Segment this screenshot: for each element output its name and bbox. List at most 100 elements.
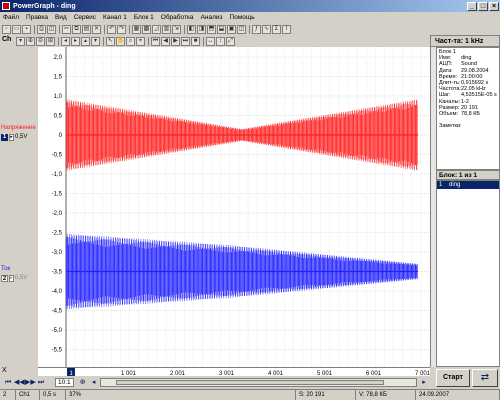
main-toolbar: ▫ ▭ ▪ ⎙ ◫ ✂ ⧉ ▤ ✕ ↶ ↷ ▦ ▩ ◿ ▥ ⇲ ◧ ◨ ⬒ ⬓ … [0,23,430,35]
y-tick-label: -1,0 [52,172,63,178]
block-right-icon[interactable]: ◨ [197,24,206,34]
toolbar-separator [104,24,105,34]
signal-icon[interactable]: ⌇ [282,24,291,34]
scrollbar-thumb[interactable] [116,379,385,385]
filter-icon[interactable]: ∿ [262,24,271,34]
delete-icon[interactable]: ✕ [92,24,101,34]
block-fit-icon[interactable]: ▣ [227,24,236,34]
nav-next-icon[interactable]: ▶▶ [25,378,36,387]
cut-icon[interactable]: ✂ [62,24,71,34]
zoom-ratio-field[interactable]: 10:1 [55,377,74,387]
nav-first-icon[interactable]: ⏮ [3,378,13,387]
chart-bar-icon[interactable]: ▥ [162,24,171,34]
copy-icon[interactable]: ⧉ [72,24,81,34]
block-list-header: Блок: 1 из 1 [436,170,500,180]
hand-icon[interactable]: ✋ [116,36,125,46]
play-back-icon[interactable]: ◀ [161,36,170,46]
menu-bar: Файл Правка Вид Сервис Канал 1 Блок 1 Об… [0,12,500,23]
open-folder-icon[interactable]: ▭ [12,24,21,34]
zoom-fit-icon[interactable]: ⊞ [46,36,55,46]
y-tick-label: -0,5 [52,153,63,159]
stop-icon[interactable]: ■ [191,36,200,46]
menu-block[interactable]: Блок 1 [134,14,154,21]
function-icon[interactable]: ƒ [252,24,261,34]
table-icon[interactable]: ▦ [132,24,141,34]
y-tick-label: 0,5 [54,114,63,120]
block-left-icon[interactable]: ◧ [187,24,196,34]
move-down-icon[interactable]: ▾ [91,36,100,46]
scale-x-icon[interactable]: ↔ [206,36,215,46]
block-split-icon[interactable]: ◫ [237,24,246,34]
channel1-arrow-icon[interactable]: ▸ [9,133,14,141]
new-file-icon[interactable]: ▫ [2,24,11,34]
menu-processing[interactable]: Обработка [161,14,194,21]
nav-last-icon[interactable]: ⏭ [36,378,46,387]
zoom-out-icon[interactable]: ⊖ [36,36,45,46]
menu-help[interactable]: Помощь [230,14,255,21]
info-row: Объем: 78,8 КБ [439,111,497,117]
block-up-icon[interactable]: ⬒ [207,24,216,34]
block-list-item[interactable]: 1 ding [437,181,499,189]
channel1-scale[interactable]: 0,5V [15,134,27,140]
x-close-marker[interactable]: X [0,367,38,376]
block-list[interactable]: 1 ding [436,180,500,367]
autoscale-icon[interactable]: ⤢ [226,36,235,46]
cycle-mode-icon[interactable]: ⇄ [472,369,498,387]
math-icon[interactable]: Σ [272,24,281,34]
channel2-control[interactable]: 2 ▸ 0,5V [1,274,37,282]
minimize-button[interactable]: _ [467,1,477,11]
paste-icon[interactable]: ▤ [82,24,91,34]
move-left-icon[interactable]: ◂ [61,36,70,46]
undo-icon[interactable]: ↶ [107,24,116,34]
menu-file[interactable]: Файл [3,14,19,21]
close-button[interactable]: × [489,1,499,11]
window-title: PowerGraph - ding [13,2,76,10]
start-button[interactable]: Старт [436,369,470,387]
scroll-right-icon[interactable]: ▸ [419,378,429,387]
play-end-icon[interactable]: ⏭ [181,36,190,46]
block-item-number: 1 [439,182,443,188]
block-down-icon[interactable]: ⬓ [217,24,226,34]
zoom-plus-icon[interactable]: ⊕ [78,378,88,387]
zoom-in-icon[interactable]: ⊕ [26,36,35,46]
menu-view[interactable]: Вид [55,14,67,21]
preview-icon[interactable]: ◫ [47,24,56,34]
dropdown-arrow-icon[interactable]: ▾ [16,36,25,46]
export-icon[interactable]: ⇲ [172,24,181,34]
cursor-icon[interactable]: ↖ [106,36,115,46]
toolbar-separator [103,36,104,46]
channel1-control[interactable]: 1 ▸ 0,5V [1,133,37,141]
horizontal-scrollbar[interactable] [99,377,417,387]
y-tick-label: -2,5 [52,231,63,237]
zoom-area-icon[interactable]: ⌕ [126,36,135,46]
x-axis-bar: 11 001 2 001 3 001 4 001 5 001 6 001 7 001 [38,367,430,376]
redo-icon[interactable]: ↷ [117,24,126,34]
info-key: Объем: [439,111,459,118]
channel2-arrow-icon[interactable]: ▸ [9,274,14,282]
nav-prev-icon[interactable]: ◀◀ [14,378,25,387]
marker-icon[interactable]: ⌖ [136,36,145,46]
scale-y-icon[interactable]: ↕ [216,36,225,46]
grid-icon[interactable]: ▩ [142,24,151,34]
play-icon[interactable]: ▶ [171,36,180,46]
scroll-left-icon[interactable]: ◂ [89,378,99,387]
menu-service[interactable]: Сервис [74,14,96,21]
status-samples: S: 20 191 [296,390,356,400]
menu-edit[interactable]: Правка [26,14,48,21]
move-up-icon[interactable]: ▴ [81,36,90,46]
play-start-icon[interactable]: ⏮ [151,36,160,46]
view-toolbar: ▾ ⊕ ⊖ ⊞ ◂ ▸ ▴ ▾ ↖ ✋ ⌕ ⌖ ⏮ ◀ ▶ ⏭ ■ ↔ ↕ ⤢ [0,35,430,47]
chart-icon[interactable]: ◿ [152,24,161,34]
print-icon[interactable]: ⎙ [37,24,46,34]
move-right-icon[interactable]: ▸ [71,36,80,46]
menu-channel[interactable]: Канал 1 [103,14,127,21]
save-icon[interactable]: ▪ [22,24,31,34]
waveform-plot[interactable]: 2,01,51,00,50-0,5-1,0-1,5-2,0-2,5-3,0-3,… [38,47,430,367]
toolbar-separator [129,24,130,34]
menu-analysis[interactable]: Анализ [201,14,223,21]
maximize-button[interactable]: □ [478,1,488,11]
channel2-number[interactable]: 2 [1,274,8,282]
channel-panel: Напряжение 1 ▸ 0,5V Ток 2 ▸ 0,5V [0,47,38,367]
channel2-scale[interactable]: 0,5V [15,275,27,281]
channel1-number[interactable]: 1 [1,133,8,141]
